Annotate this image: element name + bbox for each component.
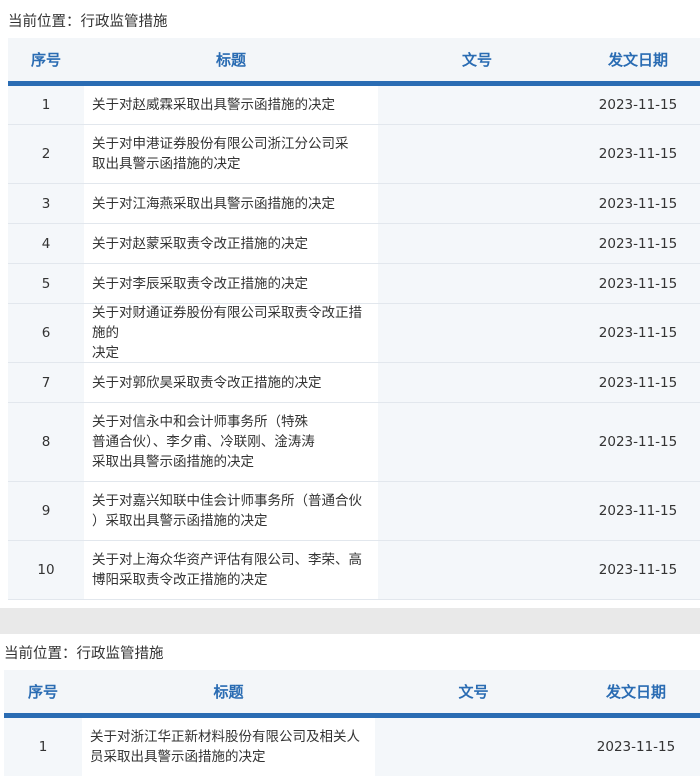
header-title: 标题 xyxy=(213,683,244,701)
row-title-link[interactable]: 关于对浙江华正新材料股份有限公司及相关人 员采取出具警示函措施的决定 xyxy=(82,718,375,776)
header-no: 序号 xyxy=(27,683,58,701)
row-date: 2023-11-15 xyxy=(598,97,678,113)
row-doc-number xyxy=(378,304,576,362)
row-doc-number xyxy=(378,224,576,263)
row-number: 2 xyxy=(41,146,51,162)
row-number: 7 xyxy=(41,374,51,391)
row-date: 2023-11-15 xyxy=(598,146,678,162)
table-row: 2 关于对申港证券股份有限公司浙江分公司采 取出具警示函措施的决定 2023-11-1… xyxy=(8,125,700,184)
row-title-link[interactable]: 关于对郭欣昊采取责令改正措施的决定 xyxy=(84,363,378,402)
table-row: 9 关于对嘉兴知联中佳会计师事务所（普通合伙 ）采取出具警示函措施的决定 2023-1… xyxy=(8,482,700,541)
row-title-link[interactable]: 关于对上海众华资产评估有限公司、李荣、高 博阳采取责令改正措施的决定 xyxy=(84,541,378,599)
row-number: 4 xyxy=(41,235,51,252)
announcement-panel: 当前位置：行政监管措施 序号 标题 文号 发文日期 1 关于对浙江华正新材料股份有… xyxy=(0,634,700,776)
row-date: 2023-11-15 xyxy=(598,325,678,341)
row-date: 2023-11-15 xyxy=(598,275,678,292)
row-date: 2023-11-15 xyxy=(598,374,678,391)
row-date: 2023-11-15 xyxy=(598,434,678,450)
header-date: 发文日期 xyxy=(607,51,668,69)
table-body: 1 关于对赵威霖采取出具警示函措施的决定 2023-11-15 2 关于对申港证券股份有… xyxy=(8,86,700,600)
row-title-link[interactable]: 关于对赵蒙采取责令改正措施的决定 xyxy=(84,224,378,263)
row-doc-number xyxy=(378,264,576,303)
breadcrumb: 当前位置：行政监管措施 xyxy=(4,646,164,662)
table-row: 4 关于对赵蒙采取责令改正措施的决定 2023-11-15 xyxy=(8,224,700,264)
row-number: 9 xyxy=(41,503,51,519)
row-number: 1 xyxy=(41,97,51,113)
row-date: 2023-11-15 xyxy=(598,195,678,212)
row-title-link[interactable]: 关于对财通证券股份有限公司采取责令改正措施的 决定 xyxy=(84,304,378,362)
row-doc-number xyxy=(378,125,576,183)
row-title-link[interactable]: 关于对信永中和会计师事务所（特殊 普通合伙）、李夕甫、冷联刚、淦涛涛 采取出具警示函… xyxy=(84,403,378,481)
row-date: 2023-11-15 xyxy=(598,235,678,252)
row-number: 6 xyxy=(41,325,51,341)
row-number: 5 xyxy=(41,275,51,292)
table-row: 5 关于对李辰采取责令改正措施的决定 2023-11-15 xyxy=(8,264,700,304)
table-row: 6 关于对财通证券股份有限公司采取责令改正措施的 决定 2023-11-15 xyxy=(8,304,700,363)
row-doc-number xyxy=(375,718,572,776)
row-doc-number xyxy=(378,86,576,124)
table-body: 1 关于对浙江华正新材料股份有限公司及相关人 员采取出具警示函措施的决定 2023-1… xyxy=(4,718,700,776)
table-header: 序号 标题 文号 发文日期 xyxy=(4,670,700,718)
breadcrumb: 当前位置：行政监管措施 xyxy=(8,14,168,30)
table-row: 10 关于对上海众华资产评估有限公司、李荣、高 博阳采取责令改正措施的决定 2023-… xyxy=(8,541,700,600)
row-doc-number xyxy=(378,482,576,540)
table-row: 8 关于对信永中和会计师事务所（特殊 普通合伙）、李夕甫、冷联刚、淦涛涛 采取出具警示… xyxy=(8,403,700,482)
table-row: 3 关于对江海燕采取出具警示函措施的决定 2023-11-15 xyxy=(8,184,700,224)
table-row: 7 关于对郭欣昊采取责令改正措施的决定 2023-11-15 xyxy=(8,363,700,403)
table-row: 1 关于对赵威霖采取出具警示函措施的决定 2023-11-15 xyxy=(8,86,700,125)
row-date: 2023-11-15 xyxy=(596,739,676,755)
header-title: 标题 xyxy=(215,51,246,69)
header-date: 发文日期 xyxy=(605,683,666,701)
row-number: 10 xyxy=(37,562,55,578)
row-title-link[interactable]: 关于对赵威霖采取出具警示函措施的决定 xyxy=(84,86,378,124)
row-doc-number xyxy=(378,541,576,599)
announcement-panel: 当前位置：行政监管措施 序号 标题 文号 发文日期 1 关于对赵威霖采取出具警示函… xyxy=(0,0,700,608)
row-date: 2023-11-15 xyxy=(598,562,678,578)
header-doc-number: 文号 xyxy=(461,51,492,69)
row-title-link[interactable]: 关于对申港证券股份有限公司浙江分公司采 取出具警示函措施的决定 xyxy=(84,125,378,183)
row-date: 2023-11-15 xyxy=(598,503,678,519)
row-doc-number xyxy=(378,184,576,223)
measures-table: 序号 标题 文号 发文日期 1 关于对赵威霖采取出具警示函措施的决定 2023-11… xyxy=(8,38,700,600)
row-title-link[interactable]: 关于对李辰采取责令改正措施的决定 xyxy=(84,264,378,303)
row-doc-number xyxy=(378,363,576,402)
row-number: 3 xyxy=(41,195,51,212)
header-no: 序号 xyxy=(30,51,61,69)
row-doc-number xyxy=(378,403,576,481)
table-row: 1 关于对浙江华正新材料股份有限公司及相关人 员采取出具警示函措施的决定 2023-1… xyxy=(4,718,700,776)
header-doc-number: 文号 xyxy=(458,683,489,701)
row-number: 1 xyxy=(38,739,48,755)
measures-table: 序号 标题 文号 发文日期 1 关于对浙江华正新材料股份有限公司及相关人 员采取出具… xyxy=(4,670,700,776)
table-header: 序号 标题 文号 发文日期 xyxy=(8,38,700,86)
row-title-link[interactable]: 关于对江海燕采取出具警示函措施的决定 xyxy=(84,184,378,223)
row-title-link[interactable]: 关于对嘉兴知联中佳会计师事务所（普通合伙 ）采取出具警示函措施的决定 xyxy=(84,482,378,540)
row-number: 8 xyxy=(41,434,51,450)
section-divider xyxy=(0,608,700,634)
